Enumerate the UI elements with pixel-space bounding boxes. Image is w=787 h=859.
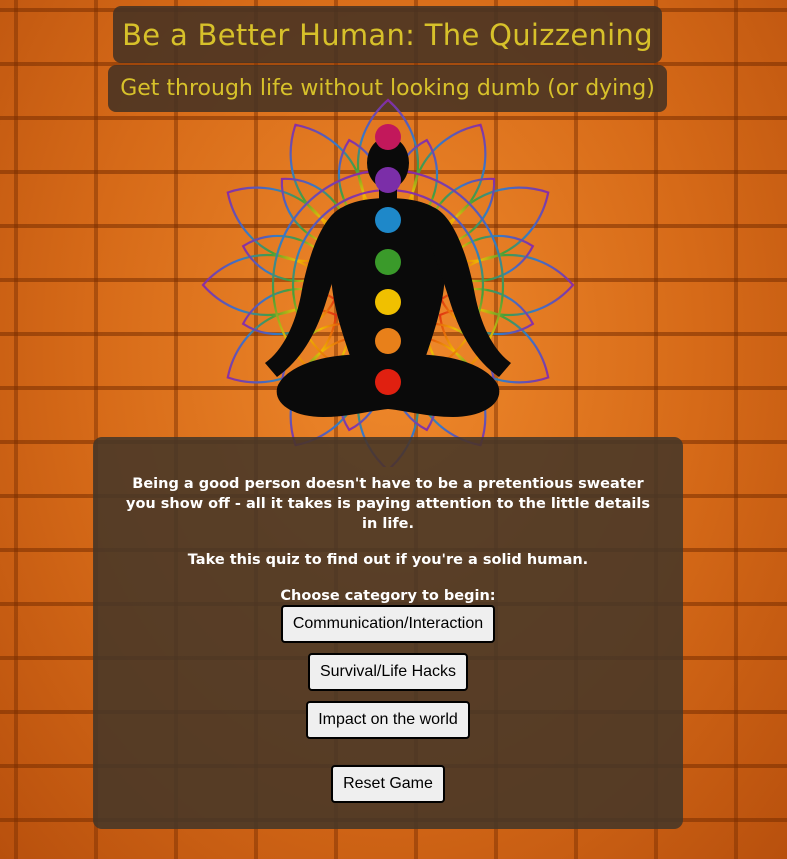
intro-paragraph: Being a good person doesn't have to be a… [126,476,650,532]
reset-game-button[interactable]: Reset Game [331,765,445,803]
title-banner: Be a Better Human: The Quizzening [113,6,662,63]
intro-tagline: Take this quiz to find out if you're a s… [187,552,589,568]
meditation-chakra-mandala-icon [201,98,575,467]
category-prompt: Choose category to begin: [280,588,496,604]
category-communication-button[interactable]: Communication/Interaction [280,605,496,643]
category-survival-button[interactable]: Survival/Life Hacks [307,653,469,691]
page-title: Be a Better Human: The Quizzening [122,17,653,52]
category-impact-button[interactable]: Impact on the world [306,701,470,739]
quiz-intro-panel: Being a good person doesn't have to be a… [93,437,683,829]
